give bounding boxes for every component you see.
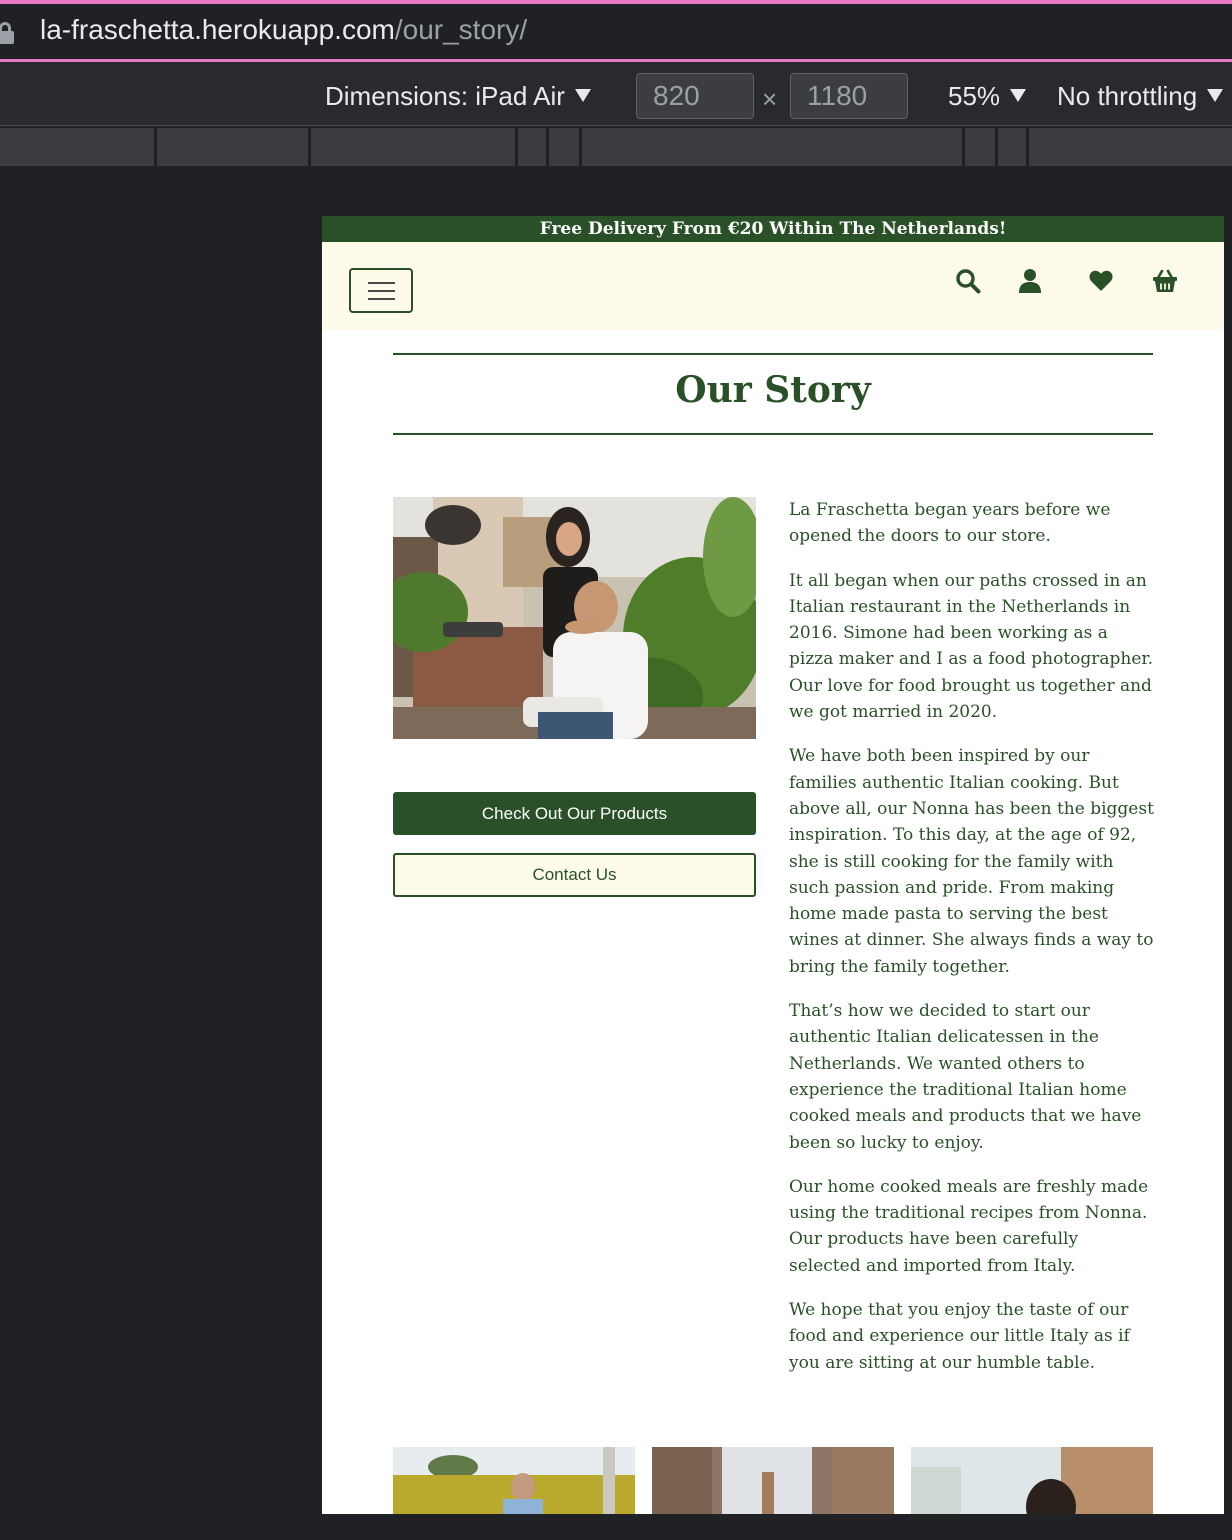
ruler-divider bbox=[962, 128, 965, 166]
title-rule-top bbox=[393, 353, 1153, 355]
zoom-label: 55% bbox=[948, 81, 1001, 111]
ruler-divider bbox=[154, 128, 157, 166]
ruler-divider bbox=[995, 128, 998, 166]
gallery-image-street bbox=[652, 1447, 894, 1514]
ruler-divider bbox=[579, 128, 582, 166]
story-paragraph: La Fraschetta began years before we open… bbox=[789, 500, 1111, 547]
viewport-height-input[interactable]: 1180 bbox=[790, 73, 908, 119]
ruler-divider bbox=[1026, 128, 1029, 166]
page-title: Our Story bbox=[675, 369, 871, 411]
ruler-divider bbox=[515, 128, 518, 166]
ruler-divider bbox=[308, 128, 311, 166]
story-paragraph: Our home cooked meals are freshly made u… bbox=[789, 1176, 1149, 1276]
title-rule-bottom bbox=[393, 433, 1153, 435]
basket-icon[interactable] bbox=[1152, 268, 1178, 294]
device-toolbar: Dimensions: iPad Air 820 × 1180 55% No t… bbox=[0, 62, 1232, 126]
couple-photo bbox=[393, 497, 756, 739]
media-query-bar[interactable] bbox=[0, 128, 1232, 166]
contact-us-button[interactable]: Contact Us bbox=[393, 853, 756, 897]
emulated-page: Free Delivery From €20 Within The Nether… bbox=[322, 216, 1224, 1514]
story-paragraph: We have both been inspired by our famili… bbox=[789, 746, 1154, 977]
url-path: /our_story/ bbox=[394, 14, 528, 45]
dropdown-arrow-icon bbox=[1207, 89, 1224, 102]
throttling-dropdown[interactable]: No throttling bbox=[1057, 81, 1224, 112]
menu-toggle-button[interactable] bbox=[349, 268, 413, 313]
site-navbar bbox=[322, 242, 1224, 330]
story-text: La Fraschetta began years before we open… bbox=[789, 497, 1155, 1394]
ruler-divider bbox=[546, 128, 549, 166]
url-host: la-fraschetta.herokuapp.com bbox=[40, 14, 395, 45]
url-text[interactable]: la-fraschetta.herokuapp.com/our_story/ bbox=[40, 14, 527, 46]
heart-icon[interactable] bbox=[1088, 268, 1114, 294]
viewport-width-input[interactable]: 820 bbox=[636, 73, 754, 119]
check-products-button[interactable]: Check Out Our Products bbox=[393, 792, 756, 835]
device-dimensions-label: Dimensions: iPad Air bbox=[325, 81, 565, 111]
story-paragraph: We hope that you enjoy the taste of our … bbox=[789, 1300, 1130, 1373]
throttling-label: No throttling bbox=[1057, 81, 1198, 111]
user-icon[interactable] bbox=[1017, 268, 1043, 294]
promo-banner: Free Delivery From €20 Within The Nether… bbox=[322, 216, 1224, 242]
gallery-image-portrait bbox=[911, 1447, 1153, 1514]
search-icon[interactable] bbox=[955, 268, 981, 294]
dropdown-arrow-icon bbox=[1010, 89, 1027, 102]
device-dimensions-dropdown[interactable]: Dimensions: iPad Air bbox=[325, 81, 591, 112]
lock-icon bbox=[0, 22, 14, 44]
story-paragraph: It all began when our paths crossed in a… bbox=[789, 570, 1154, 723]
address-bar[interactable]: la-fraschetta.herokuapp.com/our_story/ bbox=[0, 0, 1232, 62]
zoom-dropdown[interactable]: 55% bbox=[948, 81, 1027, 112]
story-paragraph: That’s how we decided to start our authe… bbox=[789, 1001, 1142, 1153]
dimension-separator: × bbox=[762, 84, 778, 114]
gallery-image-vineyard bbox=[393, 1447, 635, 1514]
dropdown-arrow-icon bbox=[574, 89, 591, 102]
